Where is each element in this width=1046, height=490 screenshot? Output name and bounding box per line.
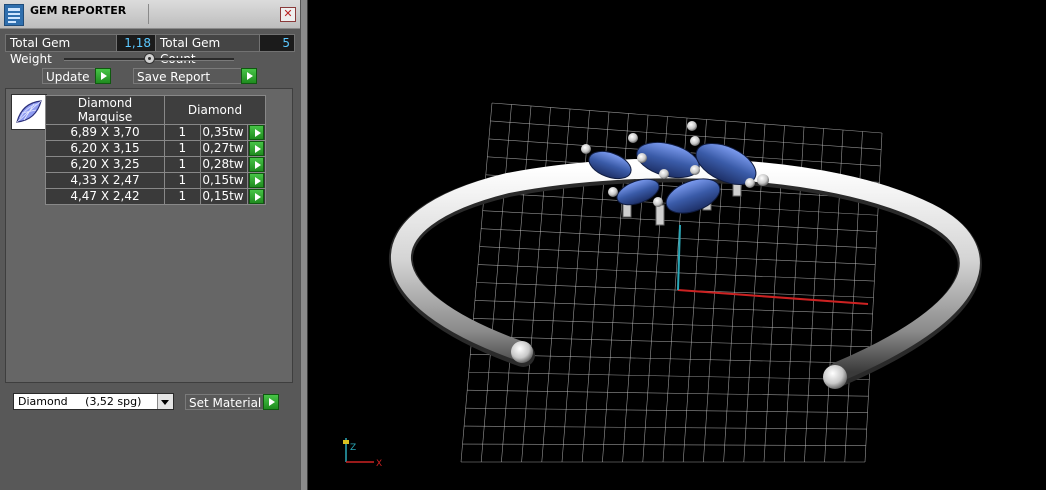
gem-quantity: 1 [164,156,201,173]
marquise-gem-icon[interactable] [11,94,47,130]
green-arrow-icon[interactable] [248,173,264,188]
3d-viewport[interactable]: Z X [308,0,1046,490]
green-arrow-icon [95,68,111,84]
set-material-button[interactable]: Set Material [185,394,279,410]
update-button-label: Update [46,70,90,84]
green-arrow-icon[interactable] [248,125,264,140]
gem-size: 6,20 X 3,25 [45,156,165,173]
green-arrow-icon[interactable] [248,189,264,204]
gem-size: 4,47 X 2,42 [45,188,165,205]
title-bar: GEM REPORTER ✕ [0,0,300,29]
table-row[interactable]: 6,20 X 3,25 1 0,28tw [45,156,267,173]
panel-slider-handle[interactable] [144,53,155,64]
table-row[interactable]: 6,89 X 3,70 1 0,35tw [45,124,267,141]
gem-quantity: 1 [164,124,201,141]
title-divider [148,4,149,24]
header-material: Diamond [164,95,266,125]
axis-gizmo: Z X [343,438,382,469]
table-row[interactable]: 4,47 X 2,42 1 0,15tw [45,188,267,205]
gem-quantity: 1 [164,188,201,205]
gem-weight: 0,15tw [199,172,248,189]
header-shape: Diamond Marquise [45,95,165,125]
green-arrow-icon [263,394,279,410]
panel-splitter[interactable] [300,0,308,490]
save-report-button[interactable]: Save Report [133,68,257,84]
close-icon[interactable]: ✕ [280,7,296,22]
window-title: GEM REPORTER [30,4,127,17]
gem-size: 6,89 X 3,70 [45,124,165,141]
row-action-cell[interactable] [246,140,267,157]
gem-weight: 0,28tw [199,156,248,173]
green-arrow-icon[interactable] [248,141,264,156]
bangle-end-ball-right [823,365,847,389]
material-select-value: Diamond (3,52 spg) [18,395,142,408]
total-gem-weight-value: 1,18 [116,34,156,52]
gem-reporter-panel: GEM REPORTER ✕ Total Gem Weight 1,18 Tot… [0,0,300,490]
gem-reporter-app-icon [4,4,24,26]
x-axis-label: X [376,459,382,469]
row-action-cell[interactable] [246,156,267,173]
gem-table: Diamond Marquise Diamond 6,89 X 3,70 1 0… [45,95,267,205]
viewport-canvas: Z X [343,102,982,469]
z-axis-label: Z [350,443,356,453]
total-gem-weight-label: Total Gem Weight [5,34,119,66]
total-gem-count-value: 5 [259,34,295,52]
gem-weight: 0,15tw [199,188,248,205]
total-gem-count-label: Total Gem Count [155,34,261,66]
gem-size: 6,20 X 3,15 [45,140,165,157]
gem-table-header: Diamond Marquise Diamond [45,95,266,125]
row-action-cell[interactable] [246,188,267,205]
material-select[interactable]: Diamond (3,52 spg) [13,393,174,410]
gem-weight: 0,27tw [199,140,248,157]
gem-weight: 0,35tw [199,124,248,141]
row-action-cell[interactable] [246,172,267,189]
green-arrow-icon[interactable] [248,157,264,172]
chevron-down-icon[interactable] [157,394,173,409]
row-action-cell[interactable] [246,124,267,141]
gem-size: 4,33 X 2,47 [45,172,165,189]
update-button[interactable]: Update [42,68,111,84]
green-arrow-icon [241,68,257,84]
table-row[interactable]: 6,20 X 3,15 1 0,27tw [45,140,267,157]
table-row[interactable]: 4,33 X 2,47 1 0,15tw [45,172,267,189]
x-axis-line [677,289,869,305]
gem-quantity: 1 [164,140,201,157]
z-axis-line [677,224,681,291]
bangle-end-ball-left [511,341,533,363]
gem-quantity: 1 [164,172,201,189]
save-report-button-label: Save Report [137,70,211,84]
set-material-button-label: Set Material [189,396,262,410]
